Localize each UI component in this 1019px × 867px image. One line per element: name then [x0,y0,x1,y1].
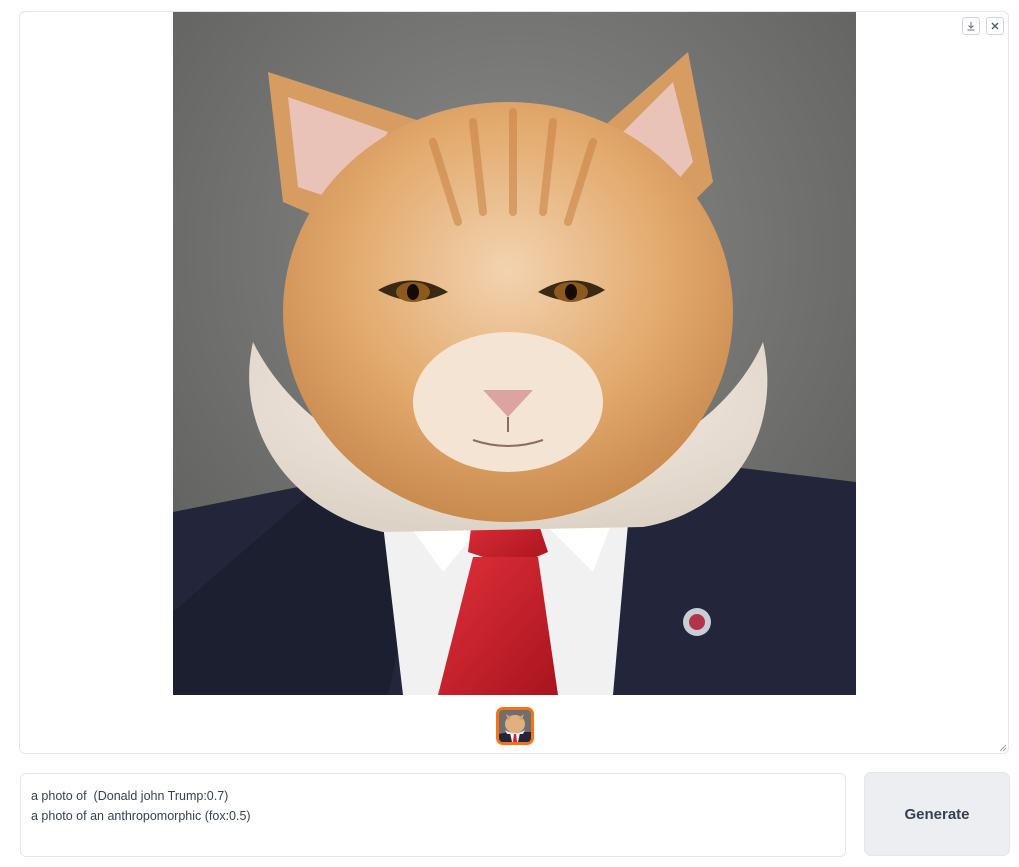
close-icon [991,22,999,30]
generated-image[interactable] [173,12,856,695]
generate-button[interactable]: Generate [864,772,1010,856]
cat-in-suit-image [173,12,856,695]
close-button[interactable] [986,17,1004,35]
download-button[interactable] [962,17,980,35]
prompt-textarea[interactable]: a photo of (Donald john Trump:0.7) a pho… [20,773,846,857]
resize-handle-icon[interactable] [997,742,1007,752]
cat-in-suit-thumbnail [499,710,531,742]
download-icon [967,22,975,31]
image-gallery [19,11,1009,754]
gallery-thumbnail[interactable] [496,707,534,745]
